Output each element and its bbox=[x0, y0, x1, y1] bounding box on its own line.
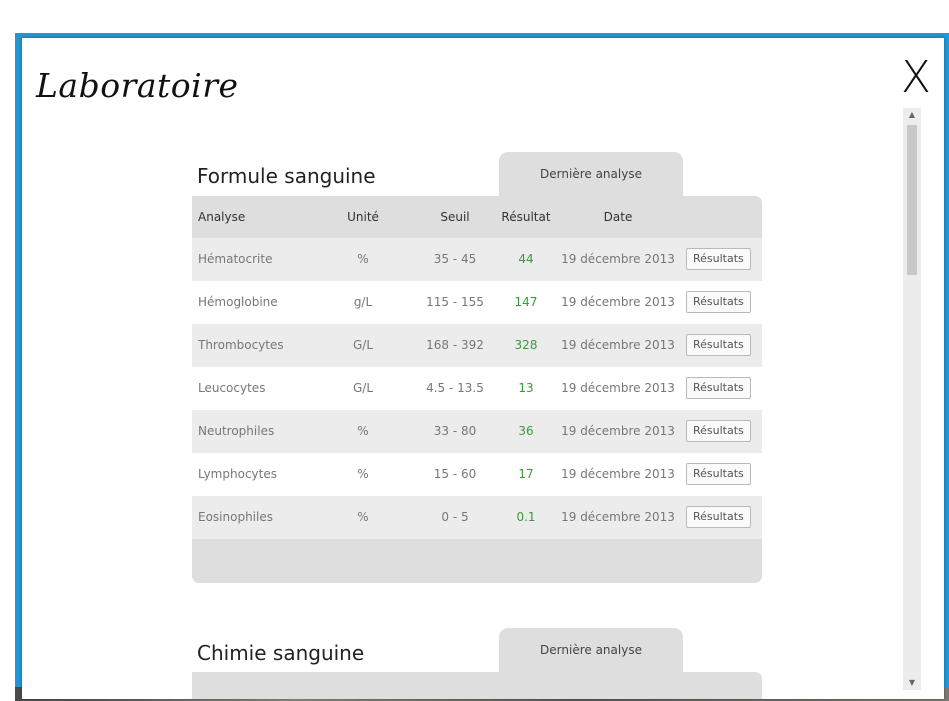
col-resultat: Résultat bbox=[501, 210, 551, 224]
row-result: 44 bbox=[518, 252, 534, 266]
results-button[interactable]: Résultats bbox=[686, 463, 751, 485]
arrow-down-icon[interactable]: ▼ bbox=[903, 676, 921, 690]
scrollbar[interactable]: ▲ ▼ bbox=[903, 108, 921, 690]
row-date: 19 décembre 2013 bbox=[561, 252, 675, 266]
row-threshold: 15 - 60 bbox=[433, 467, 477, 481]
results-table: Analyse Unité Seuil Résultat Date Hémato… bbox=[192, 196, 762, 583]
window-frame: Laboratoire X Formule sanguine Dernière … bbox=[15, 33, 949, 701]
scroll-thumb[interactable] bbox=[907, 125, 917, 275]
row-threshold: 35 - 45 bbox=[433, 252, 477, 266]
row-analyse: Eosinophiles bbox=[198, 510, 273, 524]
col-seuil: Seuil bbox=[440, 210, 470, 224]
table-header: Analyse Unité Seuil Résultat Date bbox=[192, 196, 762, 238]
results-button[interactable]: Résultats bbox=[686, 377, 751, 399]
arrow-up-icon[interactable]: ▲ bbox=[903, 108, 921, 122]
results-button[interactable]: Résultats bbox=[686, 506, 751, 528]
row-unit: % bbox=[357, 467, 369, 481]
table-row: Leucocytes G/L 4.5 - 13.5 13 19 décembre… bbox=[192, 367, 762, 410]
row-date: 19 décembre 2013 bbox=[561, 295, 675, 309]
table-row: Lymphocytes % 15 - 60 17 19 décembre 201… bbox=[192, 453, 762, 496]
results-button[interactable]: Résultats bbox=[686, 334, 751, 356]
tab-derniere-analyse[interactable]: Dernière analyse bbox=[499, 152, 683, 196]
row-date: 19 décembre 2013 bbox=[561, 381, 675, 395]
row-analyse: Lymphocytes bbox=[198, 467, 277, 481]
row-threshold: 4.5 - 13.5 bbox=[426, 381, 484, 395]
row-analyse: Neutrophiles bbox=[198, 424, 275, 438]
results-button[interactable]: Résultats bbox=[686, 420, 751, 442]
row-unit: G/L bbox=[352, 381, 374, 395]
row-analyse: Hématocrite bbox=[198, 252, 273, 266]
row-analyse: Leucocytes bbox=[198, 381, 266, 395]
table-row: Hématocrite % 35 - 45 44 19 décembre 201… bbox=[192, 238, 762, 281]
row-threshold: 115 - 155 bbox=[426, 295, 484, 309]
row-result: 17 bbox=[518, 467, 534, 481]
row-result: 328 bbox=[514, 338, 538, 352]
section-title-chimie: Chimie sanguine bbox=[197, 641, 365, 665]
table-row: Neutrophiles % 33 - 80 36 19 décembre 20… bbox=[192, 410, 762, 453]
col-unite: Unité bbox=[347, 210, 379, 224]
row-unit: g/L bbox=[353, 295, 373, 309]
row-threshold: 168 - 392 bbox=[426, 338, 484, 352]
row-threshold: 33 - 80 bbox=[433, 424, 477, 438]
row-unit: % bbox=[357, 424, 369, 438]
row-result: 36 bbox=[518, 424, 534, 438]
table-row: Hémoglobine g/L 115 - 155 147 19 décembr… bbox=[192, 281, 762, 324]
row-date: 19 décembre 2013 bbox=[561, 510, 675, 524]
row-date: 19 décembre 2013 bbox=[561, 424, 675, 438]
row-result: 13 bbox=[518, 381, 534, 395]
row-date: 19 décembre 2013 bbox=[561, 338, 675, 352]
row-date: 19 décembre 2013 bbox=[561, 467, 675, 481]
table-footer bbox=[192, 539, 762, 583]
close-icon[interactable]: X bbox=[894, 56, 938, 100]
col-date: Date bbox=[603, 210, 633, 224]
row-analyse: Thrombocytes bbox=[198, 338, 284, 352]
results-button[interactable]: Résultats bbox=[686, 291, 751, 313]
lab-panel: Laboratoire X Formule sanguine Dernière … bbox=[22, 38, 944, 699]
row-result: 147 bbox=[514, 295, 538, 309]
page-title: Laboratoire bbox=[36, 66, 239, 105]
row-threshold: 0 - 5 bbox=[441, 510, 469, 524]
tab-derniere-analyse-chimie[interactable]: Dernière analyse bbox=[499, 628, 683, 672]
row-unit: G/L bbox=[352, 338, 374, 352]
results-button[interactable]: Résultats bbox=[686, 248, 751, 270]
section-title-formule: Formule sanguine bbox=[197, 164, 376, 188]
row-unit: % bbox=[357, 510, 369, 524]
row-analyse: Hémoglobine bbox=[198, 295, 278, 309]
table-row: Eosinophiles % 0 - 5 0.1 19 décembre 201… bbox=[192, 496, 762, 539]
chimie-table bbox=[192, 672, 762, 699]
row-unit: % bbox=[357, 252, 369, 266]
col-analyse: Analyse bbox=[198, 210, 246, 224]
row-result: 0.1 bbox=[516, 510, 536, 524]
table-row: Thrombocytes G/L 168 - 392 328 19 décemb… bbox=[192, 324, 762, 367]
